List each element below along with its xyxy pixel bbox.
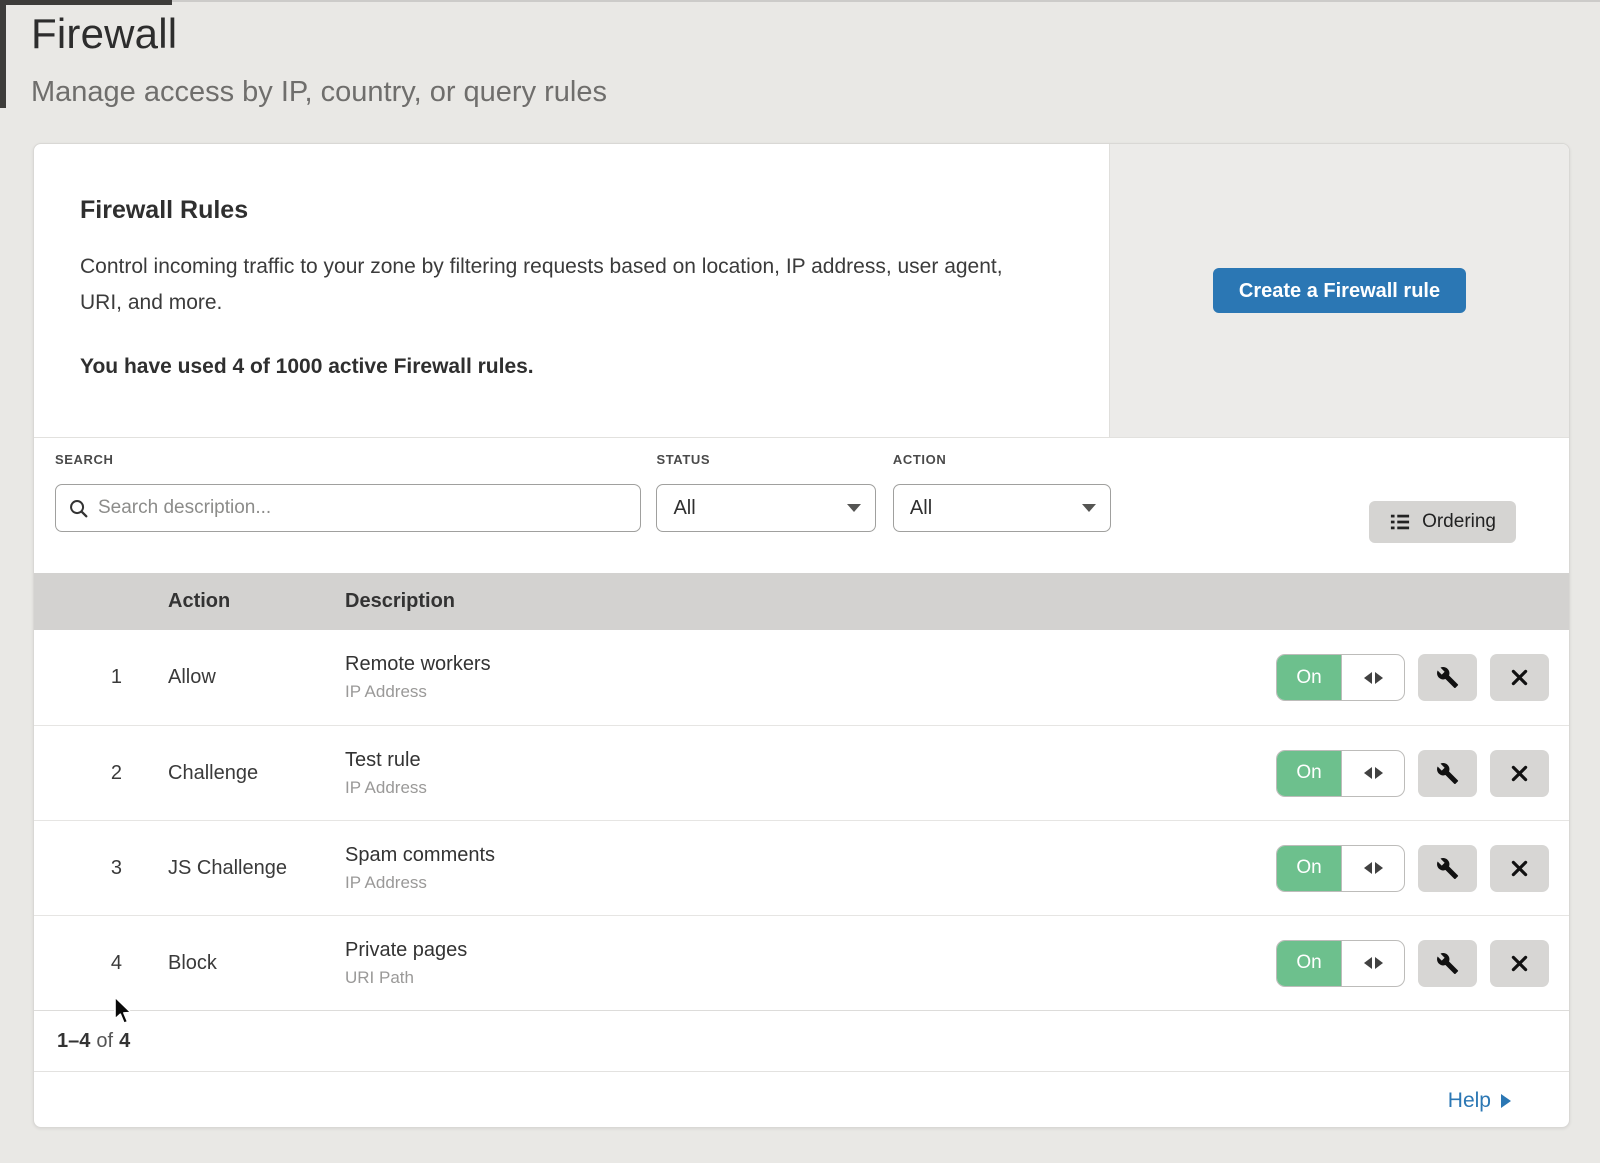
list-icon xyxy=(1389,512,1411,532)
rule-match-type: IP Address xyxy=(345,682,1276,702)
rule-match-type: IP Address xyxy=(345,873,1276,893)
page-header: Firewall Manage access by IP, country, o… xyxy=(0,0,1600,109)
left-right-arrows-icon xyxy=(1342,655,1404,700)
page-subtitle: Manage access by IP, country, or query r… xyxy=(31,76,1600,109)
ordering-button-label: Ordering xyxy=(1422,511,1496,533)
table-header: Action Description xyxy=(34,573,1569,630)
window-edge-left xyxy=(0,0,6,108)
section-description: Control incoming traffic to your zone by… xyxy=(80,249,1045,321)
rule-match-type: URI Path xyxy=(345,968,1276,988)
toggle-on-label: On xyxy=(1277,751,1342,796)
wrench-icon xyxy=(1436,762,1459,785)
rule-enabled-toggle[interactable]: On xyxy=(1276,750,1405,797)
ordering-button[interactable]: Ordering xyxy=(1369,501,1516,543)
help-link-label: Help xyxy=(1448,1089,1491,1113)
rules-table-body: 1 Allow Remote workers IP Address On xyxy=(34,630,1569,1010)
delete-rule-button[interactable] xyxy=(1490,940,1549,987)
window-edge-top-faint xyxy=(0,0,1600,2)
create-firewall-rule-button[interactable]: Create a Firewall rule xyxy=(1213,268,1466,313)
firewall-rules-info: Firewall Rules Control incoming traffic … xyxy=(34,144,1109,437)
filter-bar: SEARCH STATUS All ACTION All xyxy=(34,438,1569,573)
rule-enabled-toggle[interactable]: On xyxy=(1276,940,1405,987)
mouse-cursor xyxy=(113,996,137,1028)
rule-priority: 2 xyxy=(34,762,168,785)
rule-priority: 4 xyxy=(34,952,168,975)
section-title: Firewall Rules xyxy=(80,196,1049,225)
status-select[interactable]: All xyxy=(656,484,876,532)
rule-priority: 1 xyxy=(34,666,168,689)
toggle-on-label: On xyxy=(1277,846,1342,891)
action-label: ACTION xyxy=(893,452,1111,467)
rule-description: Remote workers xyxy=(345,653,1276,676)
chevron-down-icon xyxy=(847,504,861,512)
help-link[interactable]: Help xyxy=(1448,1089,1511,1113)
chevron-down-icon xyxy=(1082,504,1096,512)
rule-description: Test rule xyxy=(345,749,1276,772)
usage-note: You have used 4 of 1000 active Firewall … xyxy=(80,355,1049,379)
edit-rule-button[interactable] xyxy=(1418,845,1477,892)
rule-action: Challenge xyxy=(168,762,345,785)
table-row: 1 Allow Remote workers IP Address On xyxy=(34,630,1569,725)
action-column-header: Action xyxy=(168,590,345,613)
left-right-arrows-icon xyxy=(1342,751,1404,796)
x-icon xyxy=(1509,763,1530,784)
edit-rule-button[interactable] xyxy=(1418,750,1477,797)
action-select-value: All xyxy=(910,497,932,520)
help-row: Help xyxy=(34,1071,1569,1128)
toggle-on-label: On xyxy=(1277,941,1342,986)
status-select-value: All xyxy=(673,497,695,520)
x-icon xyxy=(1509,953,1530,974)
triangle-right-icon xyxy=(1501,1094,1511,1108)
delete-rule-button[interactable] xyxy=(1490,845,1549,892)
pagination-of: of xyxy=(96,1030,113,1053)
wrench-icon xyxy=(1436,666,1459,689)
x-icon xyxy=(1509,667,1530,688)
table-row: 4 Block Private pages URI Path On xyxy=(34,915,1569,1010)
firewall-rules-card: Firewall Rules Control incoming traffic … xyxy=(33,143,1570,1128)
toggle-on-label: On xyxy=(1277,655,1342,700)
rule-priority: 3 xyxy=(34,857,168,880)
edit-rule-button[interactable] xyxy=(1418,654,1477,701)
table-row: 2 Challenge Test rule IP Address On xyxy=(34,725,1569,820)
rule-match-type: IP Address xyxy=(345,778,1276,798)
search-input[interactable] xyxy=(98,497,628,519)
action-select[interactable]: All xyxy=(893,484,1111,532)
status-label: STATUS xyxy=(656,452,876,467)
pagination: 1–4 of 4 xyxy=(34,1010,1569,1071)
description-column-header: Description xyxy=(345,590,1276,613)
rule-description: Private pages xyxy=(345,939,1276,962)
table-row: 3 JS Challenge Spam comments IP Address … xyxy=(34,820,1569,915)
page-title: Firewall xyxy=(31,10,1600,58)
rule-action: Block xyxy=(168,952,345,975)
left-right-arrows-icon xyxy=(1342,941,1404,986)
wrench-icon xyxy=(1436,857,1459,880)
delete-rule-button[interactable] xyxy=(1490,750,1549,797)
left-right-arrows-icon xyxy=(1342,846,1404,891)
rule-description: Spam comments xyxy=(345,844,1276,867)
window-edge-top xyxy=(0,0,172,5)
search-icon xyxy=(68,498,89,519)
edit-rule-button[interactable] xyxy=(1418,940,1477,987)
create-rule-panel: Create a Firewall rule xyxy=(1109,144,1569,437)
rule-enabled-toggle[interactable]: On xyxy=(1276,845,1405,892)
pagination-range: 1–4 xyxy=(57,1030,90,1053)
rule-enabled-toggle[interactable]: On xyxy=(1276,654,1405,701)
delete-rule-button[interactable] xyxy=(1490,654,1549,701)
search-label: SEARCH xyxy=(55,452,641,467)
rule-action: JS Challenge xyxy=(168,857,345,880)
wrench-icon xyxy=(1436,952,1459,975)
card-top-section: Firewall Rules Control incoming traffic … xyxy=(34,144,1569,438)
rule-action: Allow xyxy=(168,666,345,689)
pagination-total: 4 xyxy=(119,1030,130,1053)
search-input-wrap xyxy=(55,484,641,532)
x-icon xyxy=(1509,858,1530,879)
